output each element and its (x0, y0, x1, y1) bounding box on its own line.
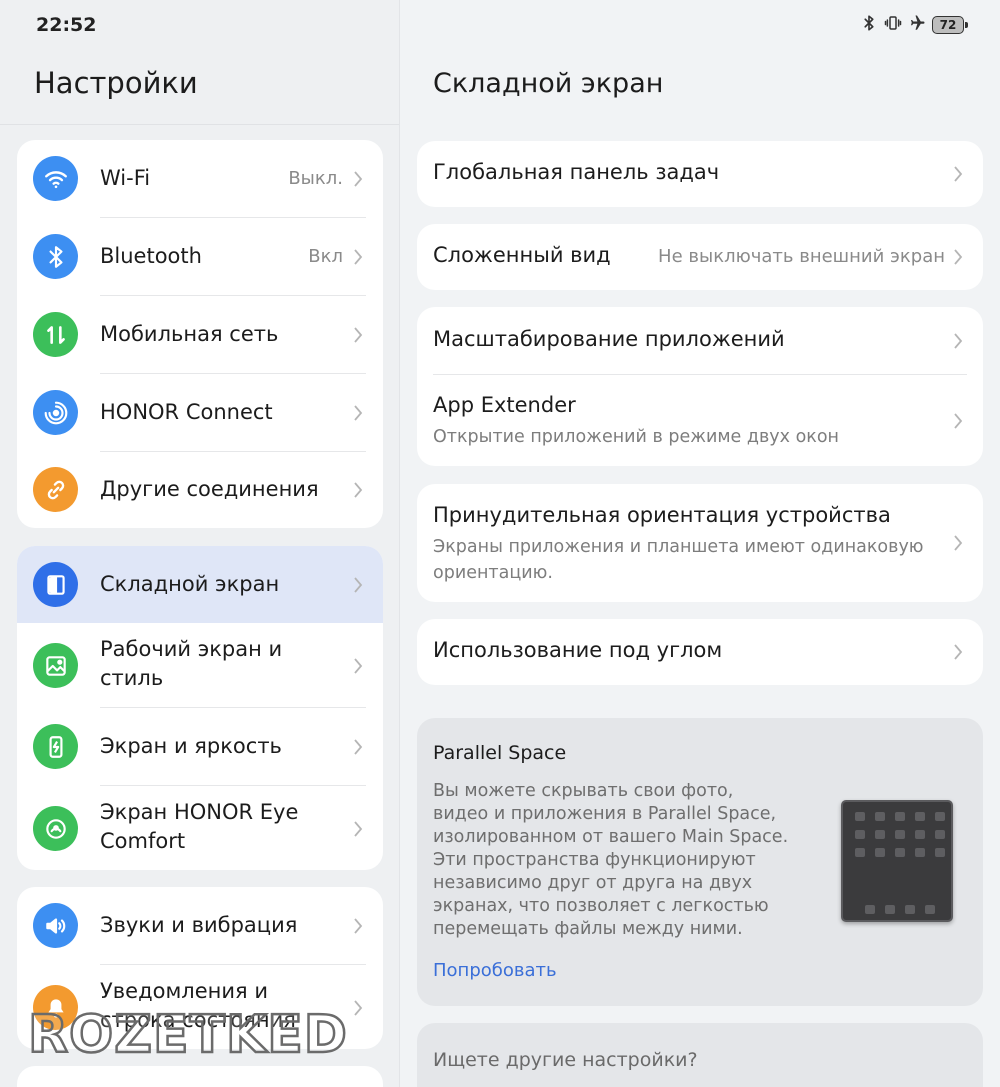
item-description: Экраны приложения и планшета имеют одина… (433, 537, 924, 583)
global-taskbar-item[interactable]: Глобальная панель задач (417, 141, 983, 207)
sidebar-item-label: Bluetooth (100, 244, 202, 268)
chevron-right-icon (353, 577, 363, 593)
chevron-right-icon (353, 327, 363, 343)
eye-comfort-icon (33, 806, 78, 851)
app-extender-item[interactable]: App Extender Открытие приложений в режим… (417, 375, 983, 466)
brightness-icon (33, 724, 78, 769)
chevron-right-icon (353, 405, 363, 421)
sidebar-item-wifi[interactable]: Wi-Fi Выкл. (17, 140, 383, 218)
sidebar-item-label: Другие соединения (100, 477, 319, 501)
search-prompt: Ищете другие настройки? (433, 1049, 698, 1071)
folded-view-value: Не выключать внешний экран (658, 246, 945, 267)
chevron-right-icon (353, 482, 363, 498)
airplane-mode-icon (908, 14, 926, 36)
item-label: Сложенный вид (433, 243, 611, 267)
bluetooth-status: Вкл (308, 246, 343, 267)
sidebar-item-label: Звуки и вибрация (100, 913, 298, 937)
search-more-settings[interactable]: Ищете другие настройки? (417, 1023, 983, 1087)
item-label: Масштабирование приложений (433, 327, 785, 351)
settings-group-display: Складной экран Рабочий экран и стиль Экр… (17, 546, 383, 870)
folded-view-item[interactable]: Сложенный вид Не выключать внешний экран (417, 224, 983, 290)
chevron-right-icon (353, 171, 363, 187)
battery-indicator: 72 (932, 16, 968, 34)
watermark-logo: ROZETKED (27, 1004, 348, 1067)
try-button[interactable]: Попробовать (433, 960, 557, 981)
item-label: Использование под углом (433, 638, 723, 662)
sound-icon (33, 903, 78, 948)
promo-description: Вы можете скрывать свои фото, видео и пр… (433, 781, 789, 939)
sidebar-item-sounds[interactable]: Звуки и вибрация (17, 887, 383, 965)
sidebar-item-label: HONOR Connect (100, 400, 273, 424)
bluetooth-status-icon (860, 14, 878, 36)
chevron-right-icon (953, 644, 963, 660)
settings-group-next (17, 1066, 383, 1087)
sidebar-item-home-screen-style[interactable]: Рабочий экран и стиль (17, 623, 383, 707)
sidebar-item-bluetooth[interactable]: Bluetooth Вкл (17, 218, 383, 296)
sidebar-item-label: Мобильная сеть (100, 322, 279, 346)
mobile-data-icon (33, 312, 78, 357)
sidebar-item-display-brightness[interactable]: Экран и яркость (17, 708, 383, 786)
chevron-right-icon (953, 413, 963, 429)
status-time: 22:52 (36, 14, 97, 36)
angle-use-item[interactable]: Использование под углом (417, 619, 983, 685)
foldable-device-illustration (841, 800, 953, 922)
item-description: Открытие приложений в режиме двух окон (433, 427, 839, 447)
chevron-right-icon (953, 333, 963, 349)
item-label: Глобальная панель задач (433, 160, 720, 184)
chevron-right-icon (353, 739, 363, 755)
image-icon (33, 643, 78, 688)
promo-title: Parallel Space (433, 742, 567, 764)
settings-sidebar: 22:52 Настройки Wi-Fi Выкл. Bluetooth Вк… (0, 0, 400, 1087)
sidebar-item-label: Wi-Fi (100, 166, 151, 190)
chevron-right-icon (953, 166, 963, 182)
sidebar-item-honor-connect[interactable]: HONOR Connect (17, 374, 383, 452)
page-title: Складной экран (433, 68, 664, 99)
forced-orientation-item[interactable]: Принудительная ориентация устройства Экр… (417, 484, 983, 602)
sidebar-item-label: Складной экран (100, 572, 280, 596)
wifi-icon (33, 156, 78, 201)
foldable-screen-icon (33, 562, 78, 607)
app-scaling-item[interactable]: Масштабирование приложений (417, 307, 983, 374)
item-label: App Extender (433, 393, 576, 417)
sidebar-item-eye-comfort[interactable]: Экран HONOR Eye Comfort (17, 786, 383, 870)
bluetooth-icon (33, 234, 78, 279)
sidebar-item-label: Экран HONOR Eye Comfort (100, 800, 299, 853)
chevron-right-icon (953, 249, 963, 265)
sidebar-item-label: Рабочий экран и стиль (100, 637, 283, 690)
page-title: Настройки (34, 66, 198, 100)
parallel-space-promo: Parallel Space Вы можете скрывать свои ф… (417, 718, 983, 1006)
wifi-status: Выкл. (288, 168, 343, 189)
chevron-right-icon (353, 658, 363, 674)
foldable-screen-settings: 72 Складной экран Глобальная панель зада… (400, 0, 1000, 1087)
honor-connect-icon (33, 390, 78, 435)
chevron-right-icon (353, 821, 363, 837)
chevron-right-icon (353, 918, 363, 934)
status-icons: 72 (860, 14, 968, 36)
chevron-right-icon (353, 249, 363, 265)
sidebar-item-label: Экран и яркость (100, 734, 282, 758)
chevron-right-icon (353, 1000, 363, 1016)
link-icon (33, 467, 78, 512)
sidebar-item-other-connections[interactable]: Другие соединения (17, 452, 383, 528)
divider (0, 124, 399, 125)
app-settings-group: Масштабирование приложений App Extender … (417, 307, 983, 466)
sidebar-item-foldable-screen[interactable]: Складной экран (17, 546, 383, 623)
chevron-right-icon (953, 535, 963, 551)
sidebar-item-mobile-network[interactable]: Мобильная сеть (17, 296, 383, 374)
vibrate-icon (884, 14, 902, 36)
settings-group-connectivity: Wi-Fi Выкл. Bluetooth Вкл Мобильная сеть (17, 140, 383, 528)
item-label: Принудительная ориентация устройства (433, 503, 891, 527)
